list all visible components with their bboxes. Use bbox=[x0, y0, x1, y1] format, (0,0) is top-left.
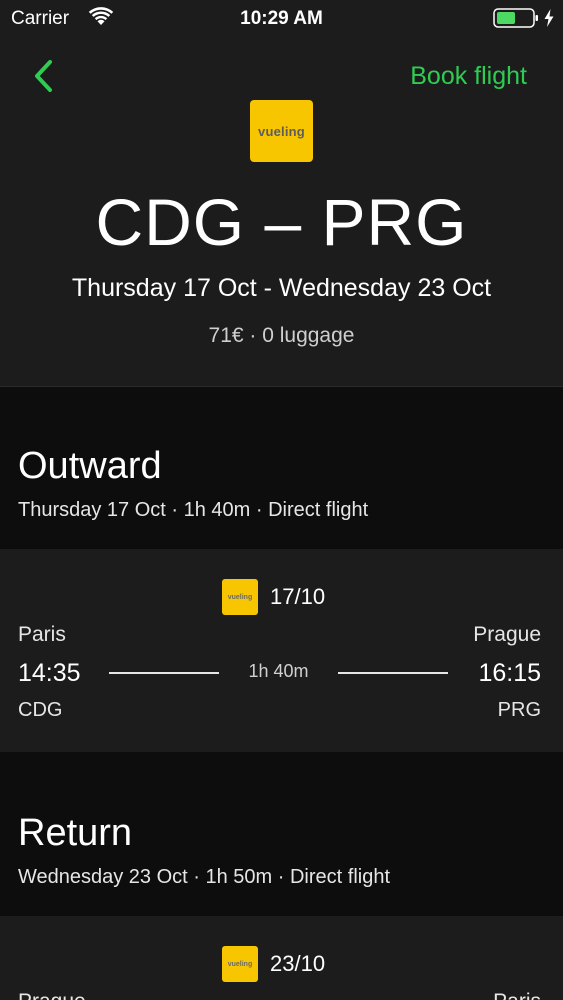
airline-logo-small: vueling bbox=[222, 579, 258, 615]
return-flight-card[interactable]: vueling 23/10 Prague Paris bbox=[0, 916, 563, 1000]
flight-date: 17/10 bbox=[270, 584, 326, 609]
airline-logo-text: vueling bbox=[227, 593, 253, 601]
outward-heading: Outward bbox=[18, 445, 162, 487]
route-title: CDG – PRG bbox=[95, 185, 468, 259]
return-summary: Wednesday 23 Oct · 1h 50m · Direct fligh… bbox=[18, 866, 391, 888]
departure-city: Prague bbox=[18, 990, 86, 1000]
airline-logo-text: vueling bbox=[227, 960, 253, 968]
battery-icon bbox=[493, 8, 538, 28]
travel-dates: Thursday 17 Oct - Wednesday 23 Oct bbox=[71, 274, 492, 302]
airline-logo: vueling bbox=[250, 100, 313, 162]
departure-airport-code: CDG bbox=[18, 699, 63, 721]
route-line-right bbox=[338, 672, 448, 674]
airline-logo-text: vueling bbox=[258, 123, 305, 139]
outward-summary: Thursday 17 Oct · 1h 40m · Direct flight bbox=[18, 499, 369, 521]
price-luggage-info: 71€ · 0 luggage bbox=[208, 324, 355, 347]
status-time: 10:29 AM bbox=[240, 8, 323, 29]
flight-duration: 1h 40m bbox=[248, 661, 309, 681]
back-button[interactable] bbox=[28, 56, 64, 96]
airline-logo-small: vueling bbox=[222, 946, 258, 982]
charging-bolt-icon bbox=[544, 9, 554, 27]
arrival-city: Paris bbox=[493, 990, 541, 1000]
status-bar: Carrier 10:29 AM bbox=[0, 0, 563, 38]
departure-city: Paris bbox=[18, 623, 66, 646]
flight-summary-header: Book flight vueling CDG – PRG Thursday 1… bbox=[0, 38, 563, 387]
arrival-city: Prague bbox=[473, 623, 541, 646]
flight-date: 23/10 bbox=[270, 951, 326, 976]
outward-flight-card[interactable]: vueling 17/10 Paris Prague 14:35 1h 40m … bbox=[0, 549, 563, 752]
arrival-time: 16:15 bbox=[478, 659, 541, 687]
arrival-airport-code: PRG bbox=[497, 699, 541, 721]
book-flight-button[interactable]: Book flight bbox=[410, 62, 527, 91]
route-line-left bbox=[109, 672, 219, 674]
return-heading: Return bbox=[18, 812, 133, 854]
departure-time: 14:35 bbox=[18, 659, 81, 687]
